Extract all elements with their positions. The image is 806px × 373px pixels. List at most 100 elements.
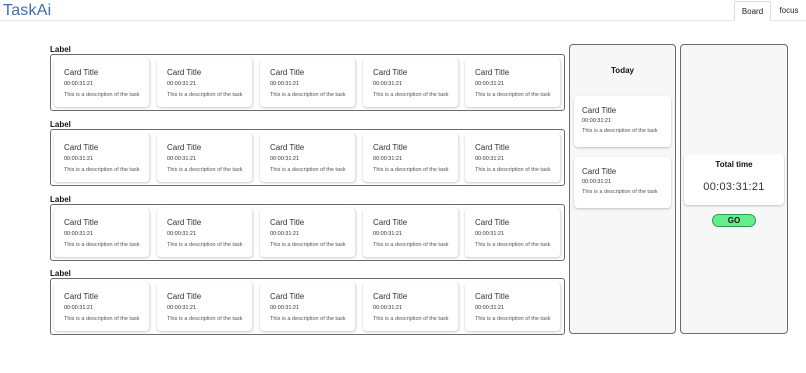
card-description: This is a description of the task [373,167,449,173]
task-card[interactable]: Card Title 00:00:31:21 This is a descrip… [465,58,561,107]
task-card[interactable]: Card Title 00:00:31:21 This is a descrip… [260,208,356,257]
card-description: This is a description of the task [475,167,551,173]
card-time: 00:00:31:21 [373,305,403,311]
card-time: 00:00:31:21 [64,305,94,311]
task-card[interactable]: Card Title 00:00:31:21 This is a descrip… [363,58,459,107]
card-description: This is a description of the task [373,92,449,98]
card-time: 00:00:31:21 [270,156,300,162]
card-time: 00:00:31:21 [475,231,505,237]
group-label: Label [50,45,71,54]
task-card[interactable]: Card Title 00:00:31:21 This is a descrip… [465,133,561,182]
card-time: 00:00:31:21 [270,305,300,311]
card-time: 00:00:31:21 [373,81,403,87]
task-card[interactable]: Card Title 00:00:31:21 This is a descrip… [157,58,253,107]
task-card[interactable]: Card Title 00:00:31:21 This is a descrip… [54,133,150,182]
task-card[interactable]: Card Title 00:00:31:21 This is a descrip… [363,133,459,182]
card-description: This is a description of the task [270,242,346,248]
task-card[interactable]: Card Title 00:00:31:21 This is a descrip… [54,282,150,331]
card-description: This is a description of the task [167,242,243,248]
card-title: Card Title [475,68,510,77]
card-title: Card Title [167,68,202,77]
card-description: This is a description of the task [64,316,140,322]
card-description: This is a description of the task [64,92,140,98]
card-time: 00:00:31:21 [373,231,403,237]
go-button[interactable]: GO [712,214,756,227]
card-title: Card Title [64,218,99,227]
task-card[interactable]: Card Title 00:00:31:21 This is a descrip… [465,208,561,257]
task-card[interactable]: Card Title 00:00:31:21 This is a descrip… [54,208,150,257]
today-card[interactable]: Card Title 00:00:31:21 This is a descrip… [574,96,671,147]
card-time: 00:00:31:21 [167,231,197,237]
card-time: 00:00:31:21 [167,81,197,87]
task-card[interactable]: Card Title 00:00:31:21 This is a descrip… [157,208,253,257]
task-card[interactable]: Card Title 00:00:31:21 This is a descrip… [260,133,356,182]
card-time: 00:00:31:21 [270,81,300,87]
card-time: 00:00:31:21 [475,156,505,162]
card-time: 00:00:31:21 [167,305,197,311]
total-time-card: Total time 00:03:31:21 [684,154,784,205]
card-description: This is a description of the task [270,316,346,322]
app-logo: TaskAi [3,2,52,19]
card-title: Card Title [373,218,408,227]
card-description: This is a description of the task [373,242,449,248]
card-title: Card Title [270,68,305,77]
card-title: Card Title [475,143,510,152]
card-description: This is a description of the task [475,316,551,322]
task-group: Card Title 00:00:31:21 This is a descrip… [50,204,565,261]
card-title: Card Title [270,143,305,152]
card-time: 00:00:31:21 [373,156,403,162]
card-title: Card Title [475,292,510,301]
card-description: This is a description of the task [167,167,243,173]
today-title: Today [611,66,634,75]
card-description: This is a description of the task [64,242,140,248]
tab-board[interactable]: Board [734,1,771,21]
card-time: 00:00:31:21 [582,179,612,185]
card-title: Card Title [64,143,99,152]
tab-focus[interactable]: focus [775,1,803,21]
card-title: Card Title [167,218,202,227]
group-label: Label [50,195,71,204]
top-bar: TaskAi Board focus [0,0,806,21]
today-card[interactable]: Card Title 00:00:31:21 This is a descrip… [574,157,671,208]
card-description: This is a description of the task [64,167,140,173]
card-description: This is a description of the task [167,316,243,322]
card-title: Card Title [373,68,408,77]
card-title: Card Title [167,143,202,152]
total-time-label: Total time [715,160,753,169]
task-card[interactable]: Card Title 00:00:31:21 This is a descrip… [157,133,253,182]
today-panel: Today Card Title 00:00:31:21 This is a d… [569,44,676,334]
card-title: Card Title [64,292,99,301]
task-group: Card Title 00:00:31:21 This is a descrip… [50,54,565,111]
card-description: This is a description of the task [475,242,551,248]
card-time: 00:00:31:21 [64,231,94,237]
task-card[interactable]: Card Title 00:00:31:21 This is a descrip… [363,208,459,257]
card-time: 00:00:31:21 [167,156,197,162]
task-card[interactable]: Card Title 00:00:31:21 This is a descrip… [54,58,150,107]
task-card[interactable]: Card Title 00:00:31:21 This is a descrip… [260,282,356,331]
card-title: Card Title [270,218,305,227]
card-time: 00:00:31:21 [64,156,94,162]
group-label: Label [50,120,71,129]
group-label: Label [50,269,71,278]
card-title: Card Title [64,68,99,77]
card-time: 00:00:31:21 [582,118,612,124]
card-title: Card Title [582,106,617,115]
card-description: This is a description of the task [582,128,658,134]
card-title: Card Title [167,292,202,301]
task-card[interactable]: Card Title 00:00:31:21 This is a descrip… [465,282,561,331]
card-title: Card Title [582,167,617,176]
card-description: This is a description of the task [582,189,658,195]
task-card[interactable]: Card Title 00:00:31:21 This is a descrip… [260,58,356,107]
task-group: Card Title 00:00:31:21 This is a descrip… [50,129,565,186]
card-title: Card Title [373,292,408,301]
card-title: Card Title [475,218,510,227]
card-description: This is a description of the task [373,316,449,322]
task-card[interactable]: Card Title 00:00:31:21 This is a descrip… [157,282,253,331]
total-time-value: 00:03:31:21 [703,181,765,193]
card-time: 00:00:31:21 [270,231,300,237]
total-time-panel: Total time 00:03:31:21 GO [680,44,788,334]
card-description: This is a description of the task [270,167,346,173]
card-description: This is a description of the task [167,92,243,98]
card-description: This is a description of the task [270,92,346,98]
task-card[interactable]: Card Title 00:00:31:21 This is a descrip… [363,282,459,331]
